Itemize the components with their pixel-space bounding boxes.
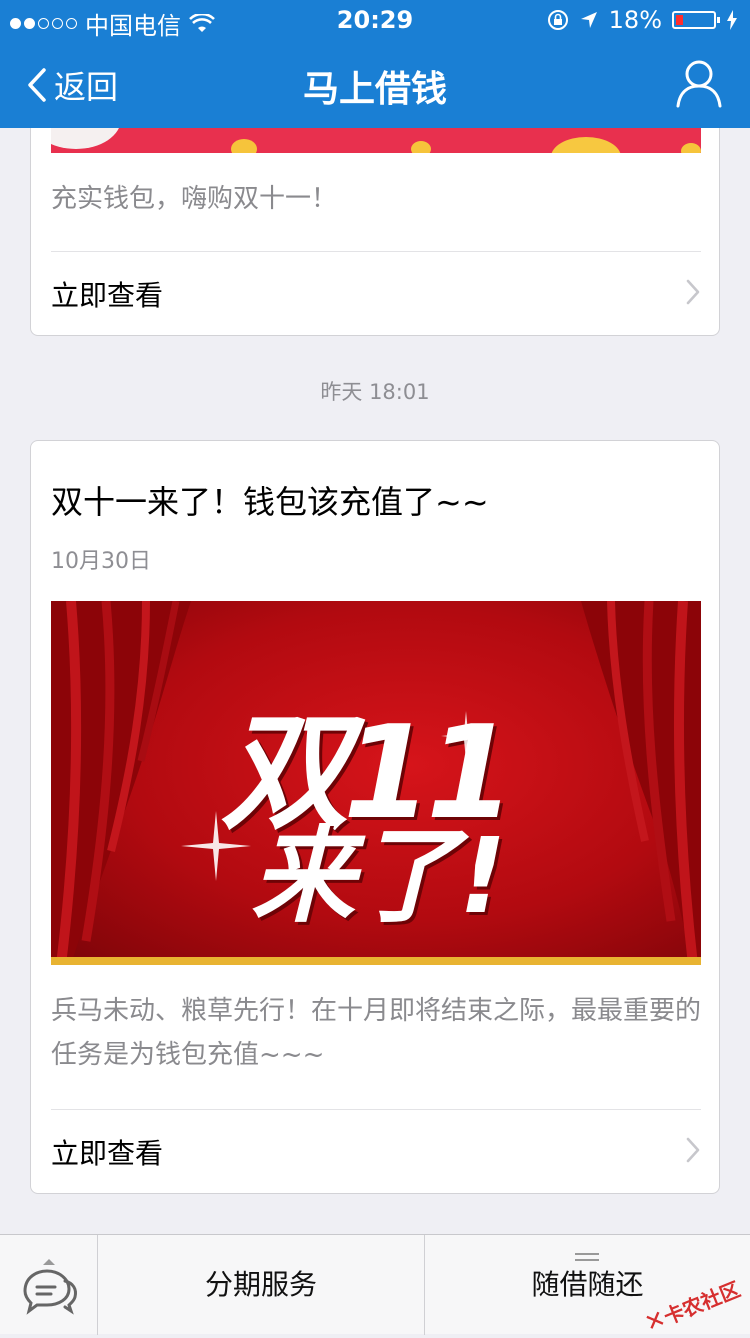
view-now-row[interactable]: 立即查看 [51, 1110, 701, 1194]
rotation-lock-icon [547, 10, 568, 30]
message-timestamp: 昨天 18:01 [320, 380, 430, 404]
promo-banner-image [51, 128, 701, 153]
user-icon [676, 60, 722, 108]
chevron-right-icon [686, 279, 700, 305]
card-description: 兵马未动、粮草先行！在十月即将结束之际，最最重要的任务是为钱包充值~~~ [51, 996, 702, 1070]
banner-bottom-strip [51, 957, 701, 965]
status-bar: 中国电信 20:29 18% [0, 0, 750, 40]
curtain-right-graphic [581, 601, 701, 965]
banner-headline-2: 来了! [251, 815, 507, 937]
battery-percent: 18% [608, 6, 662, 34]
menu-installment-service[interactable]: 分期服务 [98, 1235, 425, 1335]
submenu-indicator-icon [575, 1253, 599, 1265]
status-right: 18% [547, 6, 738, 34]
location-arrow-icon [580, 12, 597, 28]
battery-icon [672, 11, 720, 29]
chat-bubble-icon [23, 1259, 77, 1315]
keyboard-toggle-button[interactable] [0, 1235, 98, 1335]
message-list[interactable]: 充实钱包，嗨购双十一！ 立即查看 昨天 18:01 双十一来了！钱包该充值了~~… [0, 128, 750, 1234]
view-now-label: 立即查看 [51, 1137, 164, 1170]
page-title: 马上借钱 [302, 69, 447, 110]
nav-bar: 返回 马上借钱 [0, 40, 750, 128]
card-title: 双十一来了！钱包该充值了~~ [51, 483, 489, 521]
menu-label: 随借随还 [531, 1268, 644, 1301]
double-eleven-banner-image[interactable]: 双11 来了! [51, 601, 701, 965]
curtain-left-graphic [51, 601, 191, 965]
user-profile-button[interactable] [676, 58, 722, 112]
bottom-menu-bar: 分期服务 随借随还 ✕卡农社区 [0, 1234, 750, 1338]
card-date: 10月30日 [51, 549, 151, 574]
view-now-row[interactable]: 立即查看 [51, 252, 701, 336]
sparkle-icon [441, 711, 491, 761]
chevron-right-icon [686, 1137, 700, 1163]
view-now-label: 立即查看 [51, 279, 164, 312]
message-card: 双十一来了！钱包该充值了~~ 10月30日 双11 来了! 兵马未动、粮草先行！… [30, 440, 720, 1194]
sparkle-icon [181, 811, 251, 881]
charging-bolt-icon [727, 10, 737, 30]
card-description: 充实钱包，嗨购双十一！ [51, 184, 338, 214]
message-card: 充实钱包，嗨购双十一！ 立即查看 [30, 128, 720, 336]
